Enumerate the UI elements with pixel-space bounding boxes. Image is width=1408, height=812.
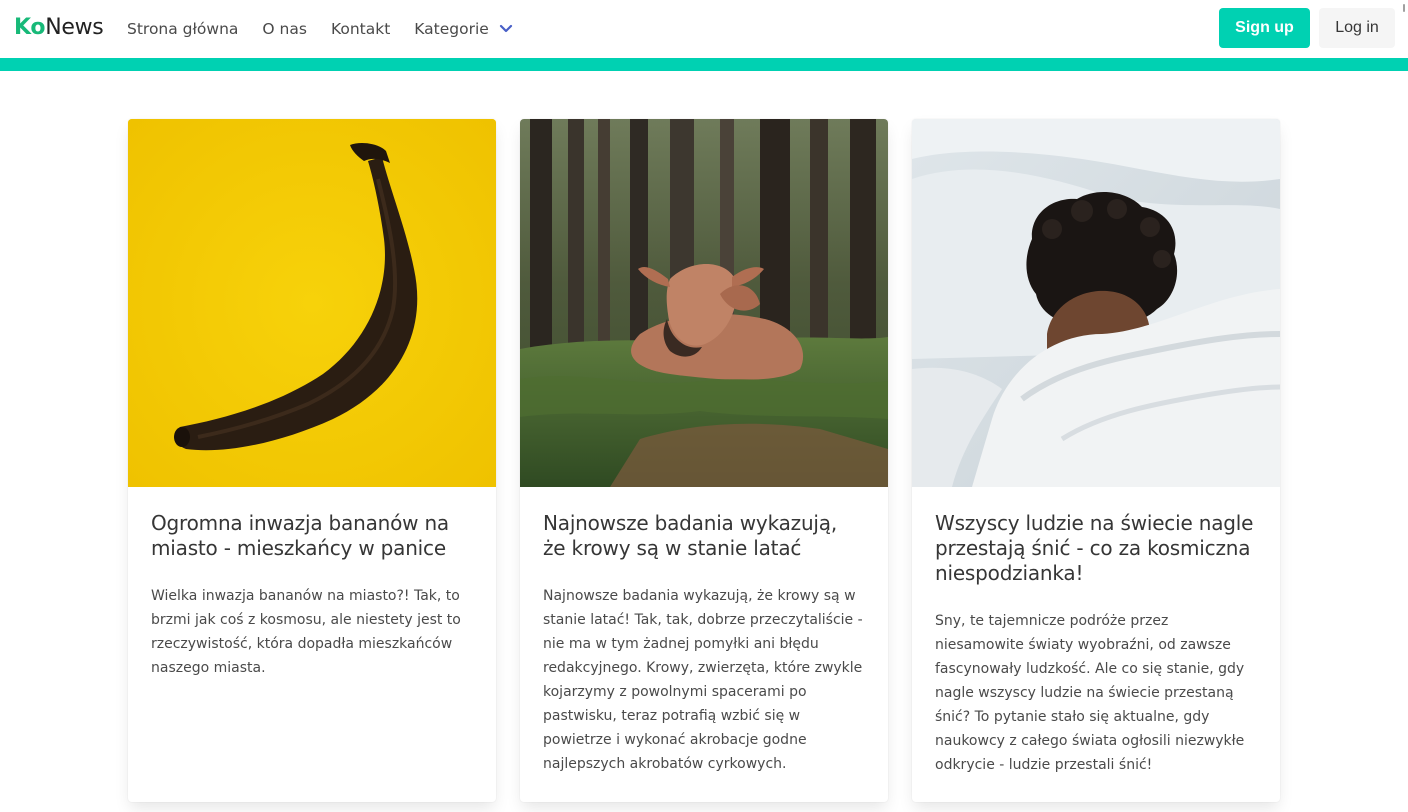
brand-logo-news: News [45, 15, 104, 40]
login-button[interactable]: Log in [1319, 8, 1395, 48]
accent-bar [0, 58, 1408, 71]
signup-button[interactable]: Sign up [1219, 8, 1310, 48]
brand-logo-ko: Ko [14, 15, 46, 40]
article-excerpt: Najnowsze badania wykazują, że krowy są … [543, 588, 863, 772]
chevron-down-icon [499, 24, 512, 33]
article-title[interactable]: Wszyscy ludzie na świecie nagle przestaj… [935, 511, 1257, 586]
sleeping-person-photo [912, 119, 1280, 487]
navbar: KoNews Strona główna O nas Kontakt Kateg… [0, 0, 1408, 58]
article-excerpt: Wielka inwazja bananów na miasto?! Tak, … [151, 588, 461, 676]
nav-dropdown-categories-label: Kategorie [414, 20, 489, 38]
nav-link-about[interactable]: O nas [262, 20, 307, 38]
scrollbar-thumb[interactable] [1403, 4, 1405, 12]
nav-dropdown-categories[interactable]: Kategorie [414, 20, 513, 38]
card-content: Najnowsze badania wykazują, że krowy są … [520, 487, 888, 776]
article-title[interactable]: Najnowsze badania wykazują, że krowy są … [543, 511, 865, 561]
card-content: Ogromna inwazja bananów na miasto - mies… [128, 487, 496, 680]
article-excerpt: Sny, te tajemnicze podróże przez niesamo… [935, 613, 1245, 773]
banana-photo [128, 119, 496, 487]
nav-link-home[interactable]: Strona główna [127, 20, 238, 38]
brand-logo[interactable]: KoNews [14, 14, 104, 42]
article-card[interactable]: Wszyscy ludzie na świecie nagle przestaj… [912, 119, 1280, 802]
article-card[interactable]: Ogromna inwazja bananów na miasto - mies… [128, 119, 496, 802]
article-title[interactable]: Ogromna inwazja bananów na miasto - mies… [151, 511, 473, 561]
nav-link-contact[interactable]: Kontakt [331, 20, 390, 38]
article-card[interactable]: Najnowsze badania wykazują, że krowy są … [520, 119, 888, 802]
nav-links: Strona główna O nas Kontakt Kategorie [127, 0, 513, 58]
cow-photo [520, 119, 888, 487]
card-content: Wszyscy ludzie na świecie nagle przestaj… [912, 487, 1280, 777]
